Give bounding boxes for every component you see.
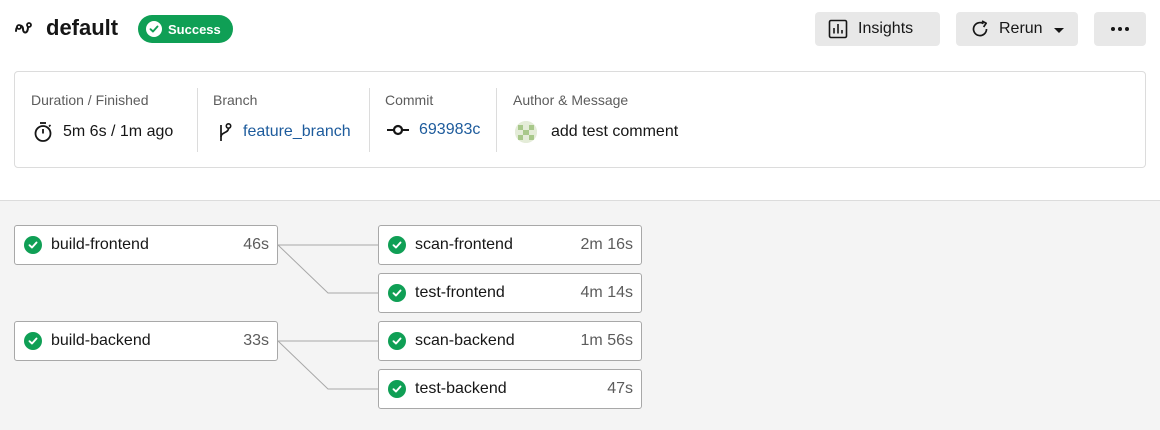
job-name: build-backend [51,332,151,349]
job-duration: 47s [607,380,633,397]
duration-value: 5m 6s / 1m ago [63,123,174,140]
more-options-button[interactable] [1094,12,1146,46]
job-name: build-frontend [51,236,149,253]
check-icon [388,284,406,302]
author-value-row: add test comment [515,121,678,143]
insights-label: Insights [858,20,914,37]
check-icon [24,236,42,254]
job-duration: 1m 56s [580,332,633,349]
job-build-frontend[interactable]: build-frontend 46s [14,225,278,265]
rerun-icon [972,20,988,37]
duration-value-row: 5m 6s / 1m ago [33,121,173,143]
divider [496,88,497,152]
author-label: Author & Message [513,92,629,108]
more-icon [1111,27,1129,31]
rerun-label: Rerun [999,20,1043,37]
job-build-backend[interactable]: build-backend 33s [14,321,278,361]
check-icon [388,236,406,254]
workflow-header: default Success Insights Rerun [0,0,1160,60]
branch-value-row: feature_branch [217,121,351,143]
page-title: default [46,15,119,40]
workflow-summary: Duration / Finished 5m 6s / 1m ago Branc… [14,71,1146,168]
job-duration: 33s [243,332,269,349]
job-scan-backend[interactable]: scan-backend 1m 56s [378,321,642,361]
rerun-button[interactable]: Rerun [956,12,1078,46]
check-icon [388,380,406,398]
job-name: test-frontend [415,284,505,301]
job-test-backend[interactable]: test-backend 47s [378,369,642,409]
insights-icon [828,19,848,39]
job-duration: 4m 14s [580,284,633,301]
job-scan-frontend[interactable]: scan-frontend 2m 16s [378,225,642,265]
commit-value-row: 693983c [387,121,480,139]
check-icon [146,21,162,37]
job-name: scan-backend [415,332,515,349]
branch-icon [220,122,232,141]
divider [197,88,198,152]
duration-label: Duration / Finished [31,92,149,108]
status-label: Success [168,21,221,37]
insights-button[interactable]: Insights [815,12,940,46]
check-icon [388,332,406,350]
job-name: scan-frontend [415,236,513,253]
workflow-icon [15,22,32,34]
commit-label: Commit [385,92,434,108]
branch-link[interactable]: feature_branch [243,123,351,141]
chevron-down-icon [1053,27,1064,33]
commit-link[interactable]: 693983c [419,121,480,139]
avatar [515,121,537,143]
check-icon [24,332,42,350]
divider [369,88,370,152]
branch-label: Branch [213,92,258,108]
stopwatch-icon [34,122,52,142]
job-name: test-backend [415,380,507,397]
commit-message: add test comment [551,123,679,140]
workflow-graph: build-frontend 46s scan-frontend 2m 16s … [0,200,1160,430]
job-test-frontend[interactable]: test-frontend 4m 14s [378,273,642,313]
job-duration: 46s [243,236,269,253]
status-badge: Success [138,15,233,43]
job-duration: 2m 16s [580,236,633,253]
commit-icon [387,124,409,136]
